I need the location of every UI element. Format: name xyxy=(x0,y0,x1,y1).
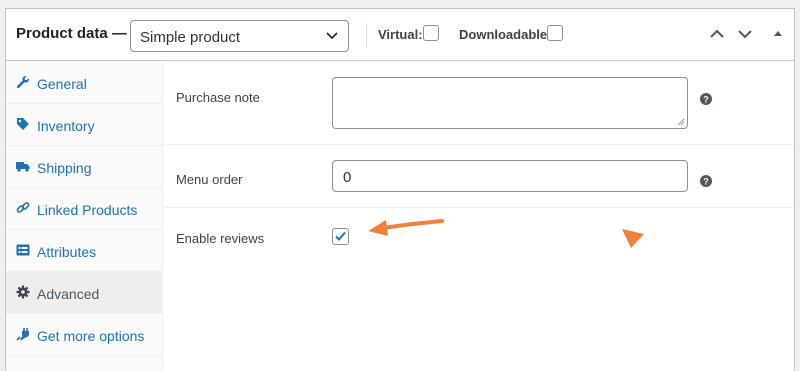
header-divider xyxy=(366,23,367,47)
purchase-note-textarea[interactable] xyxy=(332,77,688,129)
product-type-select[interactable]: Simple product xyxy=(130,20,349,52)
svg-text:?: ? xyxy=(703,95,709,105)
link-icon xyxy=(16,202,30,213)
tab-advanced[interactable]: Advanced xyxy=(6,272,162,314)
move-down-icon[interactable] xyxy=(737,26,753,42)
tab-get-more-options[interactable]: Get more options xyxy=(6,314,162,356)
truck-icon xyxy=(16,162,30,172)
enable-reviews-row: Enable reviews xyxy=(164,208,794,268)
tab-inventory-label: Inventory xyxy=(37,118,95,134)
enable-reviews-label: Enable reviews xyxy=(176,231,265,246)
resize-grip-icon[interactable] xyxy=(677,118,685,126)
downloadable-label: Downloadable: xyxy=(459,27,552,42)
plugin-icon xyxy=(16,328,29,341)
downloadable-checkbox[interactable] xyxy=(547,25,563,41)
advanced-options-panel: Purchase note ? Menu order 0 ? Enable re… xyxy=(164,62,794,371)
tab-linked-products[interactable]: Linked Products xyxy=(6,188,162,230)
product-data-tabs: General Inventory Shipping Linked Produc… xyxy=(6,62,163,371)
tab-attributes[interactable]: Attributes xyxy=(6,230,162,272)
virtual-checkbox[interactable] xyxy=(423,25,439,41)
cursor-pointer-icon xyxy=(622,229,644,248)
tab-advanced-label: Advanced xyxy=(37,286,100,302)
menu-order-label: Menu order xyxy=(176,172,243,187)
tab-shipping-label: Shipping xyxy=(37,160,92,176)
tag-icon xyxy=(17,118,29,130)
collapse-toggle-icon[interactable] xyxy=(770,26,786,42)
svg-text:?: ? xyxy=(703,177,709,187)
tab-get-more-options-label: Get more options xyxy=(37,328,145,344)
checkmark-icon xyxy=(335,231,346,241)
tab-attributes-label: Attributes xyxy=(37,244,97,260)
purchase-note-row: Purchase note ? xyxy=(164,62,794,145)
panel-header: Product data — Simple product Virtual: D… xyxy=(6,9,794,61)
chevron-down-icon xyxy=(326,32,338,40)
product-type-value: Simple product xyxy=(140,29,241,46)
annotation-arrow-icon xyxy=(368,219,444,236)
virtual-label: Virtual: xyxy=(378,27,423,42)
wrench-icon xyxy=(16,76,29,89)
menu-order-input[interactable]: 0 xyxy=(332,160,688,192)
product-data-panel: Product data — Simple product Virtual: D… xyxy=(5,8,795,371)
menu-order-value: 0 xyxy=(343,169,352,186)
panel-title: Product data — xyxy=(16,25,127,42)
list-icon xyxy=(16,244,30,256)
help-icon[interactable]: ? xyxy=(700,175,712,187)
tab-linked-products-label: Linked Products xyxy=(37,202,138,218)
purchase-note-label: Purchase note xyxy=(176,90,260,105)
tab-shipping[interactable]: Shipping xyxy=(6,146,162,188)
gear-icon xyxy=(16,285,30,299)
tab-inventory[interactable]: Inventory xyxy=(6,104,162,146)
help-icon[interactable]: ? xyxy=(700,93,712,105)
menu-order-row: Menu order 0 ? xyxy=(164,145,794,208)
enable-reviews-checkbox[interactable] xyxy=(332,228,349,245)
tab-general-label: General xyxy=(37,76,87,92)
move-up-icon[interactable] xyxy=(709,26,725,42)
tab-general[interactable]: General xyxy=(6,62,162,104)
